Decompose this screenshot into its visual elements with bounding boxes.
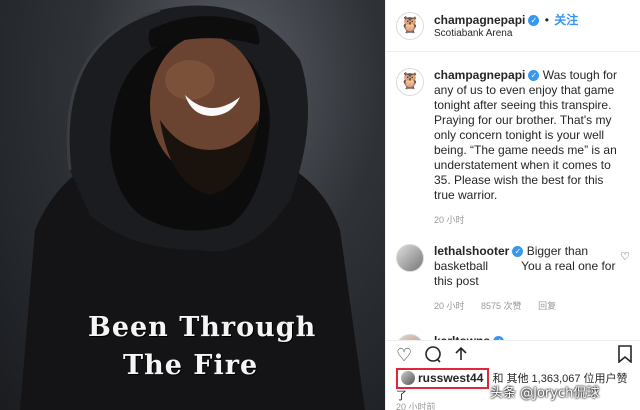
verified-badge-icon: ✓ [528, 15, 540, 26]
comment-likes[interactable]: 8575 次赞 [481, 301, 522, 311]
caption: 🦉 champagnepapi ✓ Was tough for any of us… [386, 68, 640, 226]
heart-icon[interactable]: ♡ [396, 345, 412, 365]
comment-reply-button[interactable]: 回复 [538, 301, 556, 311]
comment-icon[interactable] [424, 345, 442, 367]
comment-meta: 20 小时 8575 次赞 回复 [434, 299, 618, 312]
comment-heart-icon[interactable]: ♡ [620, 250, 630, 263]
shirt-text-line2: The Fire [123, 350, 259, 381]
caption-username[interactable]: champagnepapi [434, 68, 525, 82]
owl-logo-icon: 🦉 [400, 73, 420, 90]
post-location[interactable]: Scotiabank Arena [434, 28, 512, 39]
follow-button[interactable]: 关注 [554, 13, 578, 27]
share-icon[interactable] [452, 345, 470, 367]
caption-text: Was tough for any of us to even enjoy th… [434, 68, 617, 202]
comments-list[interactable]: 🦉 champagnepapi ✓ Was tough for any of us… [386, 52, 640, 340]
comment-item: lethalshooter ✓ Bigger than basketball Yo… [386, 244, 640, 312]
liker-avatar [401, 371, 415, 385]
caption-body: champagnepapi ✓ Was tough for any of us t… [434, 68, 618, 203]
action-bar: ♡ [386, 340, 640, 370]
author-line: champagnepapi ✓ • 关注 [434, 11, 578, 28]
commenter-avatar[interactable] [396, 244, 424, 272]
post-detail-panel: 🦉 champagnepapi ✓ • 关注 Scotiabank Arena 🦉… [385, 0, 640, 410]
caption-meta: 20 小时 [434, 213, 618, 226]
verified-badge-icon: ✓ [512, 246, 524, 257]
post-time[interactable]: 20 小时前 [396, 400, 436, 410]
caption-time[interactable]: 20 小时 [434, 215, 465, 225]
separator-dot: • [541, 13, 553, 27]
verified-badge-icon: ✓ [528, 70, 540, 81]
shirt-text-line1: Been Through [88, 312, 317, 343]
bookmark-icon[interactable] [618, 345, 632, 367]
caption-avatar[interactable]: 🦉 [396, 68, 424, 96]
author-username[interactable]: champagnepapi [434, 13, 525, 27]
post-header: 🦉 champagnepapi ✓ • 关注 Scotiabank Arena [386, 0, 640, 52]
author-avatar[interactable]: 🦉 [396, 12, 424, 40]
photo-illustration [20, 5, 365, 410]
liker-username[interactable]: russwest44 [418, 371, 483, 385]
post-photo[interactable]: Been Through The Fire [0, 0, 385, 410]
owl-logo-icon: 🦉 [400, 17, 420, 34]
source-watermark: 头条 @Jorych侃球 [490, 386, 600, 401]
comment-username[interactable]: lethalshooter [434, 244, 509, 258]
comment-time[interactable]: 20 小时 [434, 301, 465, 311]
highlighted-liker[interactable]: russwest44 [396, 368, 490, 389]
comment-body: lethalshooter ✓ Bigger than basketball Yo… [434, 244, 618, 289]
